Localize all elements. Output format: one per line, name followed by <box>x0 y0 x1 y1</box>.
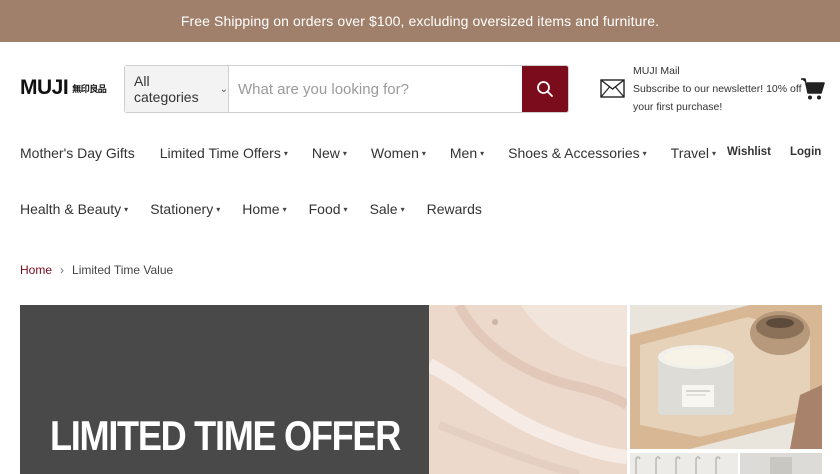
hero-candle-image <box>630 305 822 449</box>
hero-hangers-image <box>630 453 738 474</box>
chevron-down-icon: ▾ <box>124 204 129 214</box>
primary-nav-row-1: Mother's Day Gifts Limited Time Offers ▾… <box>20 145 716 161</box>
nav-item-label: Rewards <box>426 201 482 217</box>
logo-kanji: 無印良品 <box>72 84 107 95</box>
hero-fabric-image <box>429 305 627 474</box>
breadcrumb-current: Limited Time Value <box>72 263 174 277</box>
nav-item-sale[interactable]: Sale ▾ <box>370 201 405 217</box>
promo-text: Free Shipping on orders over $100, exclu… <box>180 13 660 29</box>
hero-banner[interactable]: LIMITED TIME OFFER <box>20 305 822 474</box>
login-link[interactable]: Login <box>790 146 821 158</box>
search-input[interactable] <box>229 66 522 112</box>
chevron-down-icon: ▾ <box>216 204 221 214</box>
chevron-down-icon: ▾ <box>400 204 405 214</box>
newsletter-title: MUJI Mail <box>633 65 680 77</box>
nav-item-stationery[interactable]: Stationery ▾ <box>150 201 220 217</box>
nav-item-label: Home <box>242 201 280 217</box>
chevron-down-icon: ▾ <box>343 204 348 214</box>
hero-text-panel: LIMITED TIME OFFER <box>20 305 429 474</box>
nav-item-label: Food <box>308 201 341 217</box>
hero-product-image <box>740 453 822 474</box>
nav-item-mothers-day-gifts[interactable]: Mother's Day Gifts <box>20 145 135 161</box>
nav-item-label: Women <box>370 145 419 161</box>
category-select[interactable]: All categories ⌄ <box>125 66 229 112</box>
chevron-down-icon: ▾ <box>283 148 288 158</box>
nav-item-label: Men <box>449 145 478 161</box>
cart-icon <box>801 78 825 100</box>
nav-item-travel[interactable]: Travel ▾ <box>671 145 716 161</box>
nav-item-men[interactable]: Men ▾ <box>450 145 484 161</box>
nav-item-shoes-accessories[interactable]: Shoes & Accessories ▾ <box>508 145 647 161</box>
cart-button[interactable] <box>800 76 826 107</box>
search-bar: All categories ⌄ <box>124 65 569 113</box>
promo-banner: Free Shipping on orders over $100, exclu… <box>0 0 840 42</box>
nav-item-label: New <box>311 145 340 161</box>
newsletter-line-1: Subscribe to our newsletter! 10% off <box>633 83 802 95</box>
chevron-down-icon: ▾ <box>282 204 287 214</box>
newsletter-signup[interactable]: MUJI Mail Subscribe to our newsletter! 1… <box>600 62 803 116</box>
newsletter-line-2: your first purchase! <box>633 101 723 113</box>
wishlist-link[interactable]: Wishlist <box>727 146 771 158</box>
nav-item-label: Stationery <box>150 201 214 217</box>
nav-item-label: Health & Beauty <box>20 201 122 217</box>
chevron-right-icon: › <box>60 263 65 277</box>
nav-item-label: Travel <box>670 145 710 161</box>
nav-item-label: Shoes & Accessories <box>508 145 640 161</box>
chevron-down-icon: ⌄ <box>219 83 228 95</box>
search-button[interactable] <box>522 66 568 112</box>
nav-item-health-beauty[interactable]: Health & Beauty ▾ <box>20 201 128 217</box>
nav-item-new[interactable]: New ▾ <box>312 145 347 161</box>
nav-item-food[interactable]: Food ▾ <box>309 201 348 217</box>
chevron-down-icon: ▾ <box>421 148 426 158</box>
hero-title: LIMITED TIME OFFER <box>50 412 401 459</box>
nav-item-home[interactable]: Home ▾ <box>242 201 286 217</box>
primary-nav-row-2: Health & Beauty ▾ Stationery ▾ Home ▾ Fo… <box>20 201 482 217</box>
nav-item-label: Sale <box>369 201 398 217</box>
nav-item-rewards[interactable]: Rewards <box>427 201 482 217</box>
nav-item-label: Limited Time Offers <box>159 145 281 161</box>
nav-item-women[interactable]: Women ▾ <box>371 145 426 161</box>
chevron-down-icon: ▾ <box>642 148 647 158</box>
mail-icon <box>600 79 625 98</box>
logo-wordmark: MUJI <box>20 76 69 99</box>
chevron-down-icon: ▾ <box>480 148 485 158</box>
breadcrumb-home-link[interactable]: Home <box>20 263 52 277</box>
muji-logo[interactable]: MUJI 無印良品 <box>20 76 107 100</box>
nav-item-limited-time-offers[interactable]: Limited Time Offers ▾ <box>160 145 288 161</box>
chevron-down-icon: ▾ <box>342 148 347 158</box>
search-icon <box>537 81 553 97</box>
nav-item-label: Mother's Day Gifts <box>20 145 135 161</box>
chevron-down-icon: ▾ <box>712 148 717 158</box>
breadcrumb: Home › Limited Time Value <box>20 263 173 277</box>
category-select-label: All categories <box>134 73 199 105</box>
